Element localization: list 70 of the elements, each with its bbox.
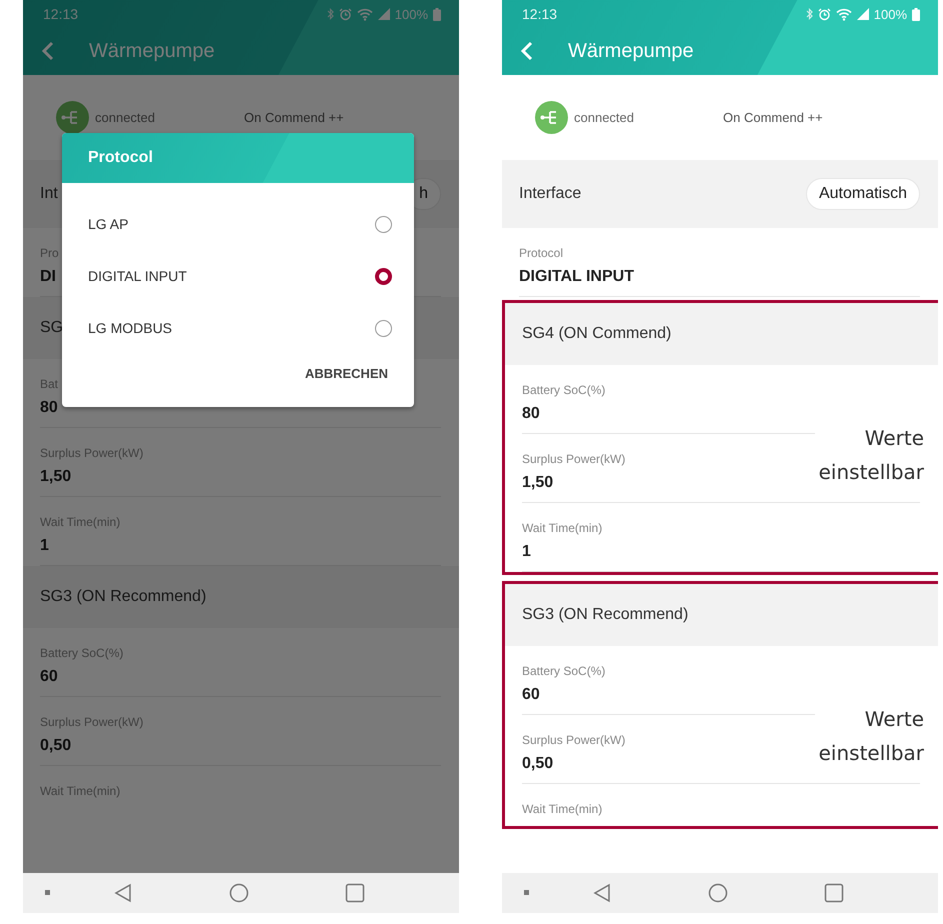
back-icon[interactable] <box>592 883 612 903</box>
back-icon[interactable] <box>113 883 133 903</box>
cancel-button[interactable]: ABBRECHEN <box>300 362 392 385</box>
section-title: SG3 (ON Recommend) <box>505 584 938 646</box>
field-label: Bat <box>40 377 58 391</box>
field-value[interactable]: 1,50 <box>40 468 72 486</box>
home-icon[interactable] <box>229 883 249 903</box>
field-value[interactable]: 60 <box>522 686 540 704</box>
dot-icon[interactable] <box>524 890 530 896</box>
signal-icon <box>378 8 390 20</box>
field-label: Wait Time(min) <box>522 802 602 816</box>
signal-icon <box>856 8 869 20</box>
radio-icon[interactable] <box>375 320 392 336</box>
dot-icon[interactable] <box>45 890 51 896</box>
radio-icon[interactable] <box>375 216 392 232</box>
field-value[interactable]: 0,50 <box>522 755 554 773</box>
section-title: SG4 (ON Commend) <box>505 303 938 365</box>
interface-label: Interface <box>519 185 582 203</box>
field-value[interactable]: 0,50 <box>40 737 72 755</box>
home-icon[interactable] <box>708 883 728 903</box>
field-value[interactable]: 80 <box>522 405 540 423</box>
network-hub-icon <box>535 101 568 134</box>
field-value[interactable]: 1 <box>40 537 49 555</box>
field-label: Wait Time(min) <box>40 784 120 798</box>
back-button[interactable] <box>41 40 55 62</box>
field-value[interactable]: 1 <box>522 543 531 561</box>
interface-chip[interactable]: Automatisch <box>806 178 920 210</box>
connection-status: connected <box>574 110 635 125</box>
recents-icon[interactable] <box>824 883 844 903</box>
field-label: Surplus Power(kW) <box>522 733 626 747</box>
protocol-label: Pro <box>40 246 59 260</box>
field-value[interactable]: 1,50 <box>522 474 554 492</box>
radio-icon[interactable] <box>375 268 392 284</box>
field-label: Surplus Power(kW) <box>40 446 144 460</box>
bluetooth-icon <box>326 8 334 20</box>
battery-icon <box>912 8 920 20</box>
section-title: SG3 (ON Recommend) <box>23 566 459 628</box>
app-title: Wärmepumpe <box>568 40 694 62</box>
protocol-value[interactable]: DI <box>40 268 56 286</box>
wifi-icon <box>356 8 373 20</box>
mode-label: On Commend ++ <box>723 110 823 125</box>
battery-percent: 100% <box>874 6 907 22</box>
app-title: Wärmepumpe <box>89 40 215 62</box>
status-time: 12:13 <box>43 6 80 22</box>
alarm-icon <box>338 8 352 20</box>
recents-icon[interactable] <box>345 883 365 903</box>
field-label: Wait Time(min) <box>522 521 602 535</box>
field-label: Battery SoC(%) <box>40 646 124 660</box>
field-label: Surplus Power(kW) <box>40 715 144 729</box>
back-button[interactable] <box>520 40 534 62</box>
battery-icon <box>433 8 441 20</box>
field-label: Battery SoC(%) <box>522 664 606 678</box>
interface-label: Int <box>40 185 59 203</box>
dialog-title: Protocol <box>62 133 414 183</box>
wifi-icon <box>836 8 852 20</box>
connection-status: connected <box>95 110 156 125</box>
network-hub-icon <box>56 101 89 134</box>
status-time: 12:13 <box>522 6 558 22</box>
field-label: Battery SoC(%) <box>522 383 606 397</box>
alarm-icon <box>818 8 831 20</box>
protocol-value[interactable]: DIGITAL INPUT <box>519 268 634 286</box>
field-label: Wait Time(min) <box>40 515 120 529</box>
battery-percent: 100% <box>394 6 428 22</box>
field-value[interactable]: 80 <box>40 399 58 417</box>
field-label: Surplus Power(kW) <box>522 452 626 466</box>
mode-label: On Commend ++ <box>244 110 344 125</box>
field-value[interactable]: 60 <box>40 668 58 686</box>
radio-option[interactable]: LG MODBUS <box>62 302 414 354</box>
bluetooth-icon <box>806 8 813 20</box>
protocol-label: Protocol <box>519 246 564 260</box>
